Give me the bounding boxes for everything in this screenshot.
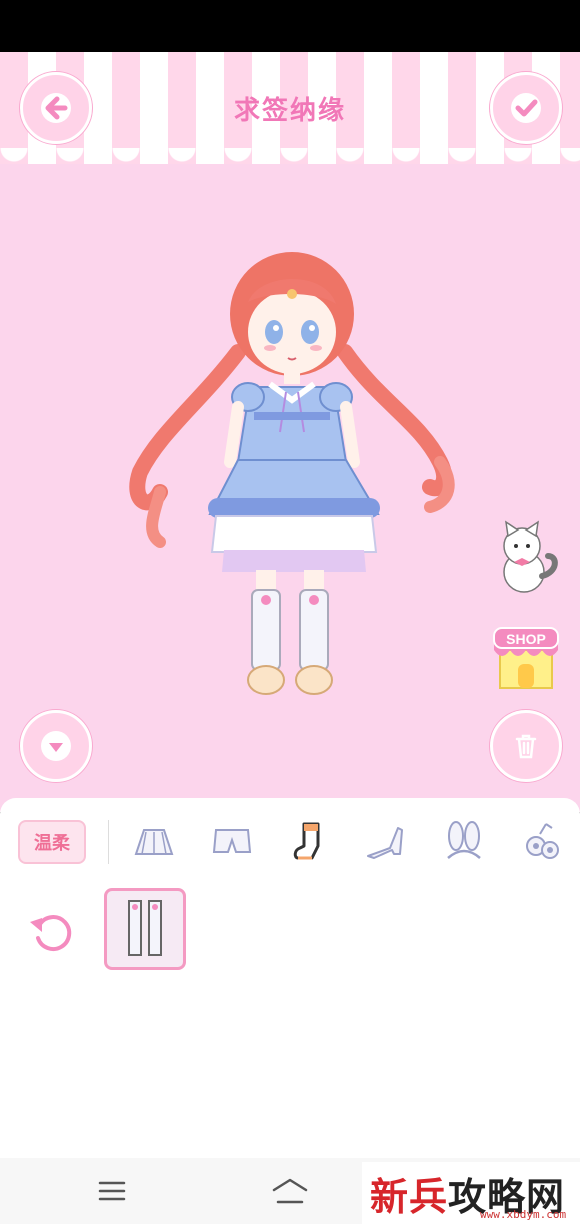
menu-icon[interactable] [92,1176,132,1206]
watermark-text-red: 新兵 [370,1175,449,1219]
wardrobe-panel: 温柔 [0,798,580,1158]
shorts-icon [212,829,252,853]
style-tag[interactable]: 温柔 [18,820,86,864]
bunny-ears-icon [447,821,481,859]
watermark-url: www.xbdym.com [480,1208,567,1221]
checkmark-icon [511,93,541,123]
sock-icon [293,822,320,860]
back-button[interactable] [20,72,92,144]
doll-character [129,252,455,695]
confirm-button[interactable] [490,72,562,144]
watermark-logo: 新兵攻略网 www.xbdym.com [362,1162,580,1224]
dress-up-stage: 求签纳缘 SHOP [0,52,580,812]
category-headwear[interactable] [440,818,488,866]
trash-button[interactable] [490,710,562,782]
category-skirt[interactable] [130,818,178,866]
chevron-down-icon [41,731,71,761]
category-shoes[interactable] [362,818,410,866]
shop-label: SHOP [506,631,546,647]
skirt-icon [134,829,174,855]
home-icon[interactable] [270,1176,310,1206]
category-socks[interactable] [286,818,334,866]
stockings-item-icon [128,900,162,956]
flower-accessory-icon [526,823,559,859]
reset-icon[interactable] [26,906,78,958]
trash-icon [515,734,537,759]
category-shorts[interactable] [208,818,256,866]
category-divider [108,820,109,864]
cat-pet-icon[interactable] [492,516,562,596]
category-accessory[interactable] [518,818,566,866]
high-heel-icon [367,827,403,859]
arrow-left-icon [41,93,71,123]
collapse-button[interactable] [20,710,92,782]
shop-button[interactable]: SHOP [490,626,562,692]
status-bar [0,0,580,52]
awning-scallop [0,148,580,174]
item-stockings[interactable] [104,888,186,970]
